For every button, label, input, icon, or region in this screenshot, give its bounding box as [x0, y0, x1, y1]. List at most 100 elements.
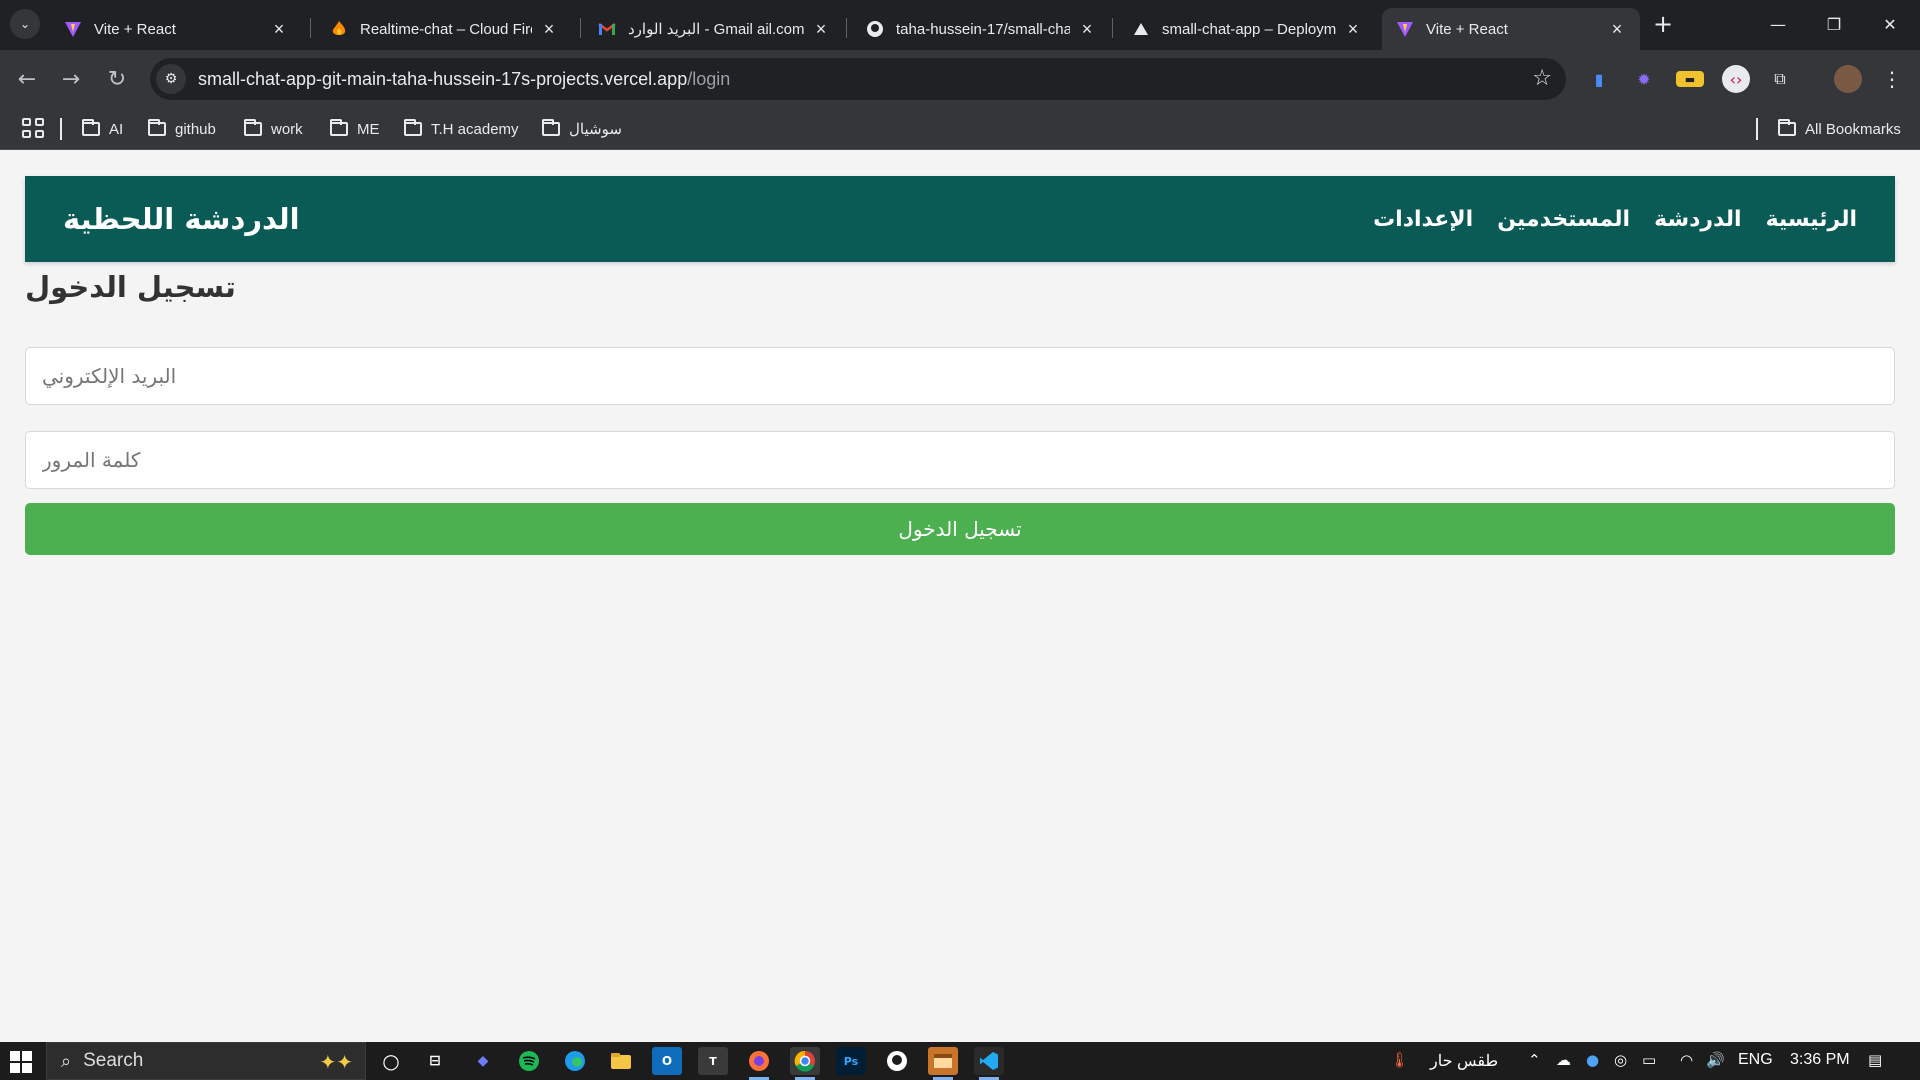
copilot-icon[interactable]: ◆	[468, 1047, 498, 1075]
folder-icon	[148, 119, 166, 136]
app-title: الدردشة اللحظية	[63, 202, 300, 236]
language-indicator[interactable]: ENG	[1738, 1051, 1773, 1069]
url-path: /login	[687, 68, 731, 89]
task-view-icon[interactable]: ⊟	[420, 1047, 450, 1075]
close-icon[interactable]: ×	[1344, 19, 1362, 40]
close-icon[interactable]: ×	[1608, 19, 1626, 40]
outlook-icon[interactable]: O	[652, 1047, 682, 1075]
folder-icon	[330, 119, 348, 136]
taskbar-search-box[interactable]: ⌕ Search ✦✦	[46, 1042, 366, 1080]
bookmark-star-icon[interactable]: ☆	[1532, 66, 1552, 91]
window-close-button[interactable]: ✕	[1862, 0, 1918, 48]
taskbar-search-label: Search	[83, 1050, 144, 1071]
photoshop-icon[interactable]: Ps	[836, 1047, 866, 1075]
forward-button[interactable]: →	[56, 64, 86, 94]
tray-overflow-chevron-icon[interactable]: ⌃	[1528, 1051, 1541, 1069]
bookmark-folder-work[interactable]: work	[244, 117, 303, 141]
tab-vite-react-active[interactable]: Vite + React ×	[1382, 8, 1640, 50]
tab-vercel[interactable]: small-chat-app – Deployment ×	[1118, 8, 1376, 50]
extension-gear-icon[interactable]: ✹	[1630, 65, 1658, 93]
typora-icon[interactable]: T	[698, 1047, 728, 1075]
tab-divider	[310, 18, 311, 38]
folder-icon	[1778, 119, 1796, 136]
apps-grid-icon[interactable]	[20, 116, 44, 140]
vercel-icon	[1132, 20, 1150, 38]
login-submit-button[interactable]: تسجيل الدخول	[25, 503, 1895, 555]
reload-button[interactable]: ↻	[102, 64, 132, 94]
bookmark-label: سوشيال	[569, 121, 622, 138]
battery-icon[interactable]: ▭	[1642, 1051, 1656, 1069]
address-bar[interactable]: ⚙ small-chat-app-git-main-taha-hussein-1…	[150, 58, 1566, 100]
firefox-icon[interactable]	[744, 1047, 774, 1080]
bookmarks-divider	[1756, 118, 1758, 140]
nav-link-settings[interactable]: الإعدادات	[1373, 207, 1473, 232]
folder-icon	[82, 119, 100, 136]
close-icon[interactable]: ×	[540, 19, 558, 40]
tab-strip: ⌄ Vite + React × Realtime-chat – Cloud F…	[0, 0, 1920, 50]
clock-time[interactable]: 3:36 PM	[1790, 1051, 1850, 1069]
store-icon[interactable]	[928, 1047, 958, 1080]
close-icon[interactable]: ×	[812, 19, 830, 40]
spotify-icon[interactable]	[514, 1047, 544, 1075]
tray-app-icon-2[interactable]: ◎	[1614, 1051, 1627, 1069]
bookmark-folder-github[interactable]: github	[148, 117, 216, 141]
copilot-sparkle-icon: ✦✦	[319, 1052, 353, 1074]
login-heading: تسجيل الدخول	[25, 270, 236, 304]
weather-thermometer-icon[interactable]: 🌡	[1390, 1051, 1409, 1069]
browser-toolbar: ← → ↻ ⚙ small-chat-app-git-main-taha-hus…	[0, 50, 1920, 108]
url-text: small-chat-app-git-main-taha-hussein-17s…	[198, 69, 730, 90]
restore-button[interactable]: ❐	[1806, 0, 1862, 48]
bookmarks-bar: AI github work ME T.H academy سوشيال All…	[0, 108, 1920, 150]
tab-github[interactable]: taha-hussein-17/small-chat-app ×	[852, 8, 1110, 50]
close-icon[interactable]: ×	[1078, 19, 1096, 40]
menu-kebab-icon[interactable]: ⋮	[1878, 65, 1906, 93]
bookmark-folder-social[interactable]: سوشيال	[542, 117, 622, 141]
extensions-puzzle-icon[interactable]: ⧉	[1766, 65, 1794, 93]
wifi-icon[interactable]: ◠	[1680, 1051, 1693, 1069]
new-tab-button[interactable]: +	[1650, 12, 1676, 38]
tab-firebase[interactable]: Realtime-chat – Cloud Firestore ×	[316, 8, 572, 50]
extension-badge-icon[interactable]: ▬	[1676, 71, 1704, 87]
tab-search-button[interactable]: ⌄	[10, 9, 40, 39]
task-view-circle-icon[interactable]: ○	[376, 1047, 406, 1075]
vscode-icon[interactable]	[974, 1047, 1004, 1080]
extension-docs-icon[interactable]: ▮	[1585, 65, 1613, 93]
tab-gmail[interactable]: البريد الوارد - Gmail ail.com ×	[584, 8, 844, 50]
bookmark-folder-ai[interactable]: AI	[82, 117, 123, 141]
bookmark-folder-th-academy[interactable]: T.H academy	[404, 117, 519, 141]
folder-icon	[244, 119, 262, 136]
app-header: الرئيسية الدردشة المستخدمين الإعدادات ال…	[25, 176, 1895, 262]
start-windows-icon[interactable]	[10, 1051, 32, 1073]
bookmark-folder-me[interactable]: ME	[330, 117, 380, 141]
bookmark-label: T.H academy	[431, 120, 519, 138]
back-button[interactable]: ←	[12, 64, 42, 94]
volume-icon[interactable]: 🔊	[1706, 1051, 1725, 1069]
tab-title: Vite + React	[94, 20, 176, 38]
minimize-button[interactable]: —	[1750, 0, 1806, 48]
nav-link-users[interactable]: المستخدمين	[1497, 207, 1630, 232]
github-desktop-icon[interactable]	[882, 1047, 912, 1075]
site-settings-icon[interactable]: ⚙	[156, 64, 186, 94]
tab-vite-react-1[interactable]: Vite + React ×	[50, 8, 302, 50]
github-icon	[866, 20, 884, 38]
tab-title: small-chat-app – Deployment	[1162, 20, 1336, 38]
file-explorer-icon[interactable]	[606, 1047, 636, 1075]
folder-icon	[542, 119, 560, 136]
edge-icon[interactable]	[560, 1047, 590, 1075]
nav-link-chat[interactable]: الدردشة	[1654, 207, 1741, 232]
extension-code-icon[interactable]: ‹›	[1722, 65, 1750, 93]
chrome-icon[interactable]	[790, 1047, 820, 1080]
password-field[interactable]	[25, 431, 1895, 489]
close-icon[interactable]: ×	[270, 19, 288, 40]
profile-avatar[interactable]	[1834, 65, 1862, 93]
all-bookmarks-folder[interactable]: All Bookmarks	[1778, 117, 1901, 141]
notifications-icon[interactable]: ▤	[1868, 1051, 1882, 1069]
search-icon: ⌕	[61, 1050, 72, 1071]
tab-title: البريد الوارد - Gmail ail.com	[628, 21, 804, 38]
nav-link-home[interactable]: الرئيسية	[1766, 207, 1857, 232]
weather-text[interactable]: طقس حار	[1430, 1051, 1498, 1071]
cloud-sync-icon[interactable]: ☁	[1556, 1051, 1571, 1069]
email-field[interactable]	[25, 347, 1895, 405]
tray-app-icon[interactable]: ●	[1586, 1051, 1599, 1069]
tab-divider	[846, 18, 847, 38]
